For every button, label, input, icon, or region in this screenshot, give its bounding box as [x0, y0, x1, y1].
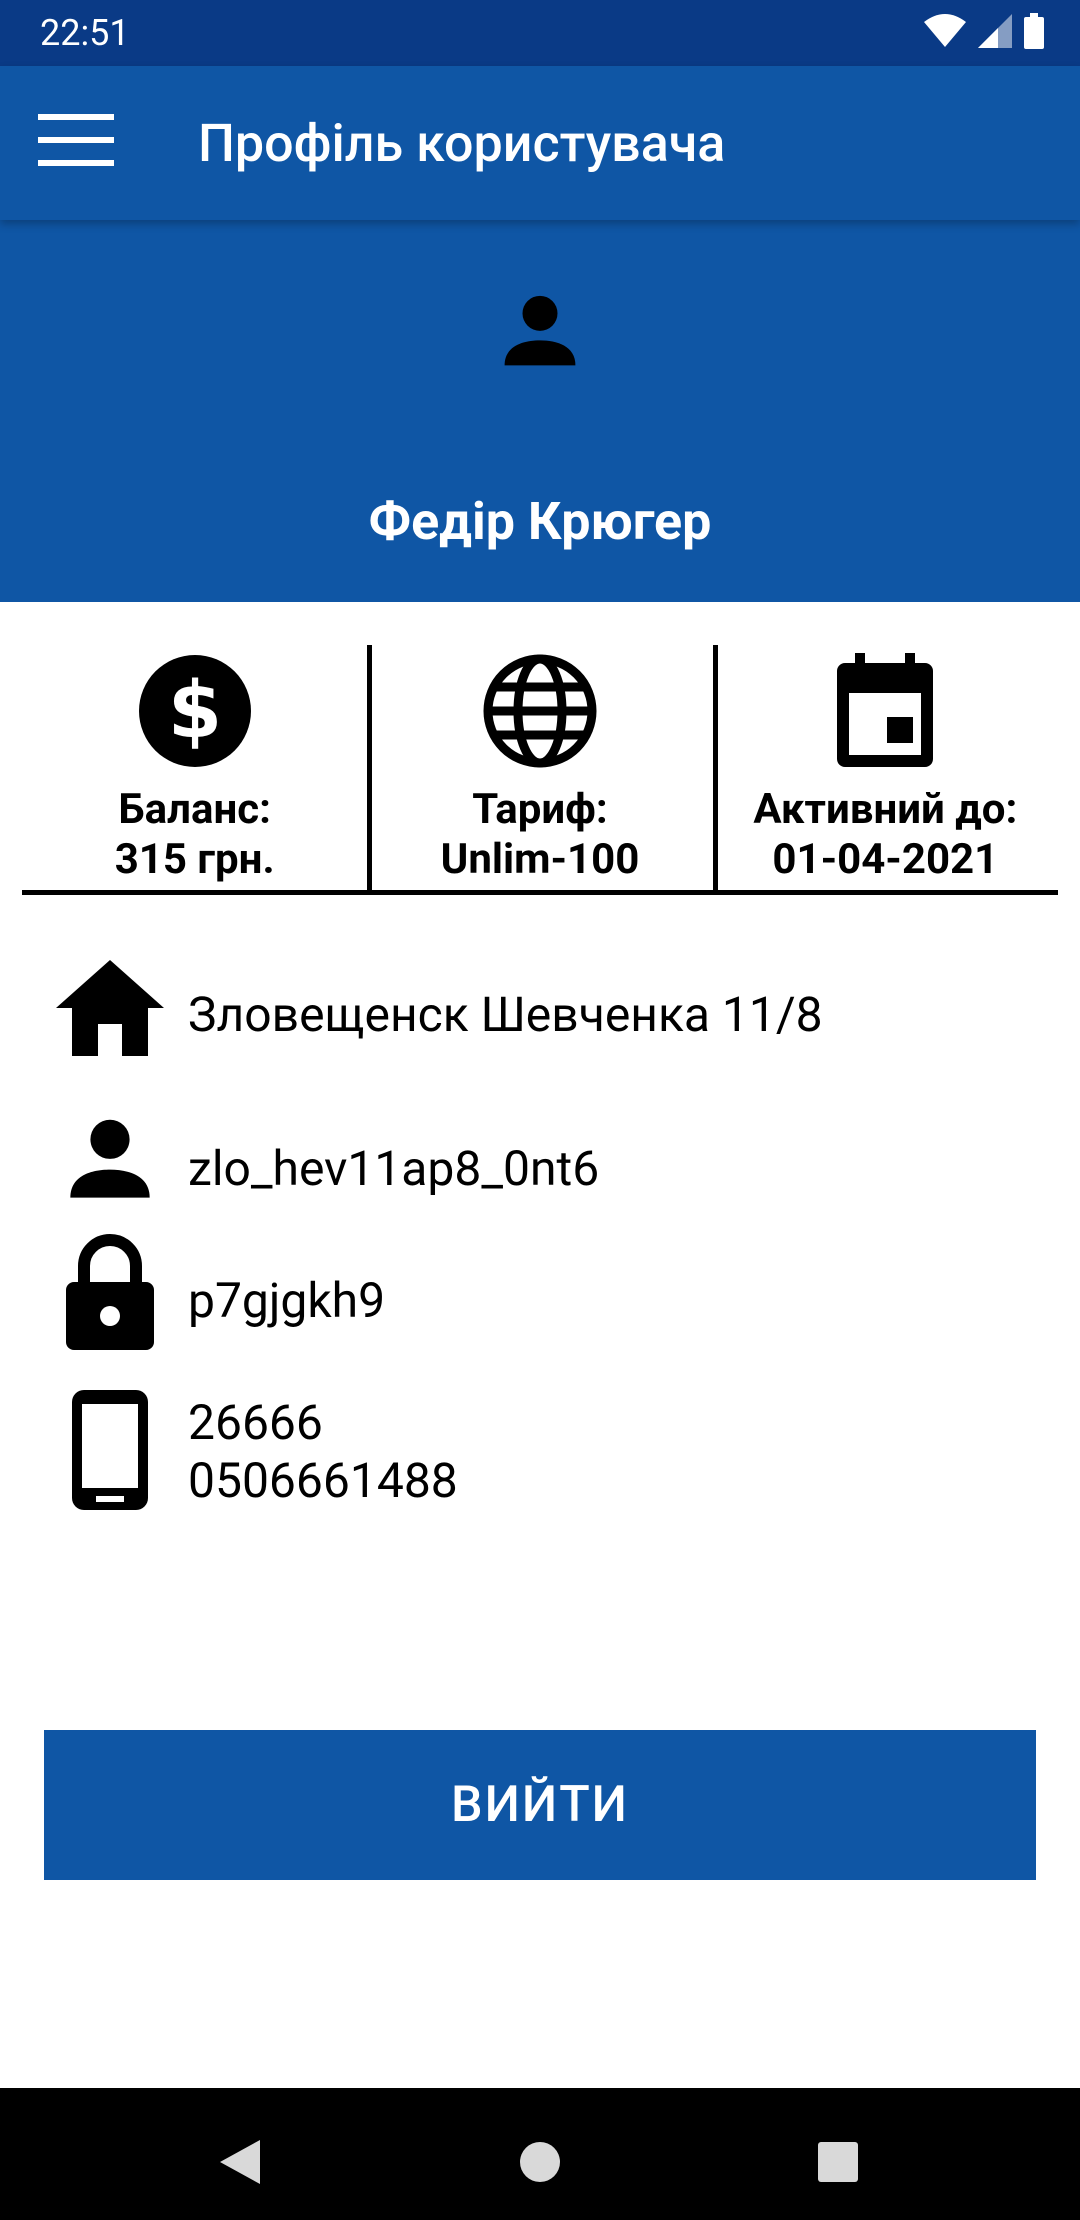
profile-header: Федір Крюгер	[0, 220, 1080, 602]
dollar-icon: $	[137, 653, 253, 769]
login-text: zlo_hev11ap8_0nt6	[188, 1140, 600, 1197]
svg-text:$: $	[168, 666, 222, 756]
address-text: Зловещенск Шевченка 11/8	[188, 986, 823, 1043]
battery-icon	[1024, 13, 1044, 53]
recents-icon	[816, 2140, 860, 2188]
person-icon	[54, 1102, 166, 1214]
stat-value: 01-04-2021	[772, 835, 999, 884]
wifi-icon	[924, 14, 966, 52]
menu-button[interactable]	[24, 102, 128, 182]
calendar-icon	[827, 653, 943, 769]
logout-button[interactable]: ВИЙТИ	[44, 1730, 1036, 1880]
app-bar: Профіль користувача	[0, 66, 1080, 220]
nav-home-button[interactable]	[500, 2124, 580, 2204]
status-time: 22:51	[40, 12, 130, 54]
cell-signal-icon	[978, 14, 1012, 52]
home-icon	[54, 958, 166, 1070]
phone-line-2: 0506661488	[188, 1452, 458, 1509]
home-circle-icon	[518, 2140, 562, 2188]
stat-balance: $ Баланс: 315 грн.	[22, 645, 367, 890]
person-icon	[490, 280, 590, 380]
stat-label: Тариф:	[472, 785, 608, 834]
back-icon	[218, 2138, 262, 2190]
phone-line-1: 26666	[188, 1394, 323, 1451]
lock-icon	[64, 1232, 176, 1350]
stat-active-until: Активний до: 01-04-2021	[712, 645, 1058, 890]
globe-icon	[482, 653, 598, 769]
profile-name: Федір Крюгер	[368, 491, 712, 552]
stat-label: Активний до:	[753, 785, 1018, 834]
stat-label: Баланс:	[118, 785, 271, 834]
status-icons	[924, 13, 1044, 53]
stat-value: Unlim-100	[440, 835, 640, 884]
page-title: Профіль користувача	[198, 113, 726, 174]
status-bar: 22:51	[0, 0, 1080, 66]
stats-row: $ Баланс: 315 грн. Тариф: Unlim-100 Акти…	[22, 645, 1058, 895]
nav-recents-button[interactable]	[798, 2124, 878, 2204]
stat-tariff: Тариф: Unlim-100	[367, 645, 712, 890]
menu-icon	[38, 114, 114, 170]
stat-value: 315 грн.	[114, 835, 275, 884]
phone-icon	[70, 1388, 182, 1510]
nav-bar	[0, 2088, 1080, 2220]
nav-back-button[interactable]	[200, 2124, 280, 2204]
password-text: p7gjgkh9	[188, 1272, 386, 1329]
